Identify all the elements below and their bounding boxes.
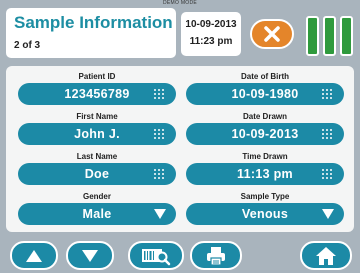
- sample-type-select[interactable]: Venous: [186, 203, 344, 225]
- field-gender: Gender Male: [18, 192, 176, 225]
- gender-select[interactable]: Male: [18, 203, 176, 225]
- field-label: Patient ID: [78, 72, 116, 81]
- field-first-name: First Name John J.: [18, 112, 176, 145]
- field-value: 123456789: [64, 87, 130, 101]
- field-value: 10-09-2013: [231, 127, 299, 141]
- scroll-down-button[interactable]: [66, 241, 114, 270]
- time-drawn-input[interactable]: 11:13 pm: [186, 163, 344, 185]
- field-label: Date Drawn: [242, 112, 287, 121]
- arrow-up-icon: [26, 249, 42, 262]
- first-name-input[interactable]: John J.: [18, 123, 176, 145]
- field-value: John J.: [74, 127, 120, 141]
- keypad-icon: [322, 169, 332, 179]
- field-time-drawn: Time Drawn 11:13 pm: [186, 152, 344, 185]
- field-value: Doe: [84, 167, 110, 181]
- current-time: 11:23 pm: [189, 36, 233, 47]
- field-value: 11:13 pm: [237, 167, 293, 181]
- field-date-drawn: Date Drawn 10-09-2013: [186, 112, 344, 145]
- cancel-button[interactable]: [250, 19, 294, 49]
- field-value: Male: [82, 207, 112, 221]
- field-patient-id: Patient ID 123456789: [18, 72, 176, 105]
- field-sample-type: Sample Type Venous: [186, 192, 344, 225]
- header-bar: Sample Information 2 of 3 10-09-2013 11:…: [0, 6, 360, 60]
- cartridge-status: [303, 12, 355, 60]
- patient-id-input[interactable]: 123456789: [18, 83, 176, 105]
- field-label: Sample Type: [240, 192, 290, 201]
- bottom-toolbar: [0, 239, 360, 273]
- date-drawn-input[interactable]: 10-09-2013: [186, 123, 344, 145]
- field-label: Date of Birth: [241, 72, 289, 81]
- dropdown-arrow-icon: [322, 209, 334, 219]
- field-date-of-birth: Date of Birth 10-09-1980: [186, 72, 344, 105]
- sample-form: Patient ID 123456789 Date of Birth 10-09…: [6, 66, 354, 232]
- scan-barcode-button[interactable]: [128, 241, 184, 270]
- barcode-scan-icon: [142, 248, 171, 265]
- close-x-icon: [264, 26, 280, 42]
- keypad-icon: [154, 129, 164, 139]
- title-box: Sample Information 2 of 3: [6, 8, 176, 58]
- tube-icon: [322, 16, 336, 56]
- keypad-icon: [154, 89, 164, 99]
- printer-icon: [207, 246, 225, 266]
- field-value: 10-09-1980: [231, 87, 299, 101]
- keypad-icon: [322, 89, 332, 99]
- field-value: Venous: [241, 207, 289, 221]
- field-last-name: Last Name Doe: [18, 152, 176, 185]
- date-of-birth-input[interactable]: 10-09-1980: [186, 83, 344, 105]
- page-title: Sample Information: [14, 13, 173, 32]
- print-button[interactable]: [190, 241, 242, 270]
- keypad-icon: [322, 129, 332, 139]
- tube-icon: [305, 16, 319, 56]
- page-indicator: 2 of 3: [14, 40, 41, 51]
- field-label: Time Drawn: [242, 152, 288, 161]
- field-label: First Name: [76, 112, 118, 121]
- arrow-down-icon: [82, 249, 98, 262]
- dropdown-arrow-icon: [154, 209, 166, 219]
- field-label: Last Name: [76, 152, 118, 161]
- datetime-display: 10-09-2013 11:23 pm: [181, 12, 241, 56]
- current-date: 10-09-2013: [185, 19, 237, 30]
- home-button[interactable]: [300, 241, 352, 270]
- home-icon: [316, 246, 336, 265]
- scroll-up-button[interactable]: [10, 241, 58, 270]
- last-name-input[interactable]: Doe: [18, 163, 176, 185]
- keypad-icon: [154, 169, 164, 179]
- tube-icon: [339, 16, 353, 56]
- field-label: Gender: [82, 192, 111, 201]
